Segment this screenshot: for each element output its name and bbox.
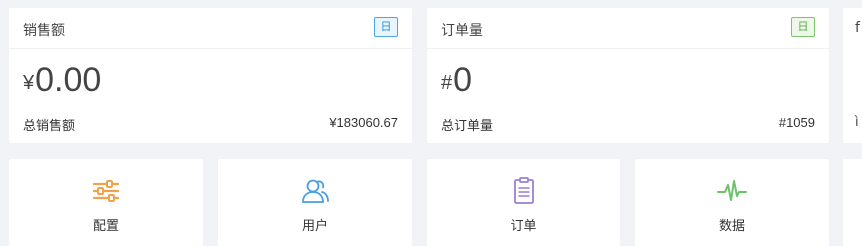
tile-label: 用户 [301, 219, 328, 234]
footer-label: 总销售额 [23, 119, 76, 134]
tile-users[interactable]: 用户 [218, 159, 412, 246]
users-icon [302, 179, 329, 203]
footer-value: #1059 [778, 115, 815, 130]
tile-label: 配置 [92, 219, 119, 234]
stat-card-orders: 订单量 日 #0 总订单量 #1059 [427, 8, 829, 143]
period-badge[interactable]: 日 [791, 17, 815, 37]
currency-symbol: # [441, 72, 453, 94]
value-number: 0 [453, 61, 473, 99]
tile-label: 数据 [718, 219, 745, 234]
card-title: 销售额 [23, 23, 65, 39]
period-badge[interactable]: 日 [374, 17, 398, 37]
tile-orders[interactable]: 订单 [427, 159, 620, 246]
tile-partial[interactable] [843, 159, 862, 246]
card-title-fragment: f [855, 20, 860, 36]
stat-value: ¥0.00 [23, 61, 101, 100]
footer-value: ¥183060.67 [329, 115, 398, 130]
sliders-icon [92, 180, 120, 202]
tile-label: 订单 [510, 219, 537, 234]
value-number: 0.00 [35, 61, 102, 99]
card-title: 订单量 [441, 23, 483, 39]
clipboard-icon [513, 177, 534, 204]
footer-label-fragment: ì [855, 115, 859, 130]
card-header: 销售额 日 [9, 8, 412, 49]
currency-symbol: ¥ [23, 72, 35, 94]
stat-card-sales: 销售额 日 ¥0.00 总销售额 ¥183060.67 [9, 8, 412, 143]
tile-config[interactable]: 配置 [9, 159, 203, 246]
stat-card-partial: f ì [843, 8, 862, 143]
card-header: 订单量 日 [427, 8, 829, 49]
pulse-icon [717, 180, 747, 201]
footer-label: 总订单量 [441, 119, 494, 134]
stat-value: #0 [441, 61, 472, 100]
tile-data[interactable]: 数据 [635, 159, 829, 246]
